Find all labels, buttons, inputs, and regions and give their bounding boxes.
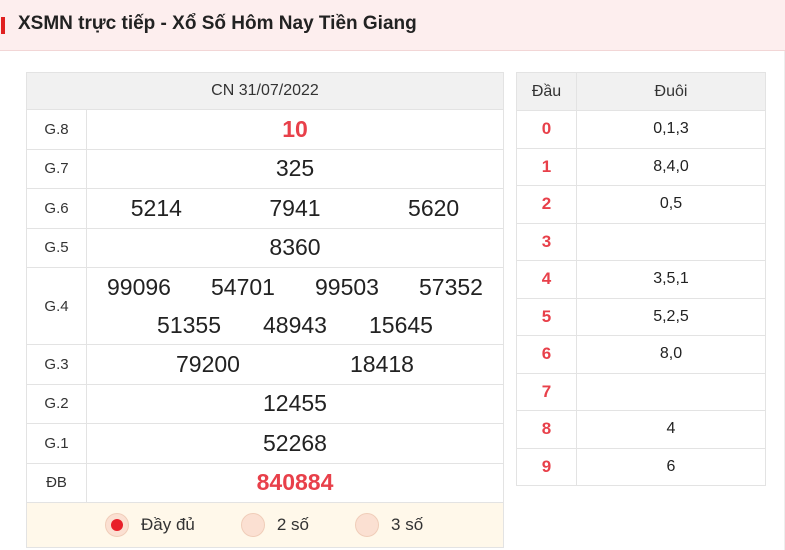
prize-number: 18418: [350, 350, 414, 377]
display-options: Đầy đủ 2 số 3 số: [26, 502, 504, 548]
loto-table: Đầu Đuôi 0 0,1,3 1 8,4,0 2 0,5 3 4 3,5,1 5 5,2,5 6 8…: [516, 72, 766, 486]
prize-label: G.5: [26, 227, 87, 268]
prize-row: G.3 79200 18418: [26, 344, 504, 385]
prize-number: 57352: [419, 273, 483, 300]
radio-button[interactable]: [105, 513, 129, 537]
loto-row: 3: [516, 222, 766, 261]
prize-number: 12455: [263, 390, 327, 417]
display-option-1[interactable]: Đầy đủ: [105, 513, 195, 537]
prize-label: G.8: [26, 109, 87, 150]
prize-row: ĐB 840884: [26, 462, 504, 503]
page-header: XSMN trực tiếp - Xổ Số Hôm Nay Tiền Gian…: [0, 0, 785, 51]
prize-row: G.5 8360: [26, 227, 504, 268]
header-accent-bar: [1, 17, 5, 34]
prize-row: G.7 325: [26, 148, 504, 189]
loto-tail: 8,0: [576, 335, 766, 374]
draw-date: CN 31/07/2022: [26, 72, 504, 110]
loto-head: 4: [516, 260, 577, 299]
prize-row: G.8 10: [26, 109, 504, 150]
loto-tail: 8,4,0: [576, 147, 766, 186]
loto-row: 96: [516, 447, 766, 486]
loto-tail: 0,5: [576, 185, 766, 224]
loto-head-header: Đầu: [516, 72, 577, 111]
prize-label: G.3: [26, 344, 87, 385]
display-option-3[interactable]: 3 số: [355, 513, 423, 537]
loto-head: 6: [516, 335, 577, 374]
prize-label: G.2: [26, 383, 87, 424]
prize-number: 7941: [269, 194, 321, 221]
prize-value-cell: 99096 54701 99503 57352 51355 48943 15645: [86, 267, 504, 345]
prize-value-cell: 8360: [86, 227, 504, 268]
loto-row: 84: [516, 410, 766, 449]
loto-head: 2: [516, 185, 577, 224]
prize-label: G.4: [26, 267, 87, 345]
loto-head: 9: [516, 447, 577, 486]
prize-number: 10: [282, 115, 308, 142]
prize-value-cell: 325: [86, 148, 504, 189]
prize-number: 15645: [368, 311, 433, 338]
prize-row: G.4 99096 54701 99503 57352 51355 48943 15645: [26, 267, 504, 345]
prize-value-cell: 52268: [86, 423, 504, 464]
prize-value-cell: 10: [86, 109, 504, 150]
prize-value-cell: 5214 7941 5620: [86, 188, 504, 229]
radio-button[interactable]: [240, 513, 265, 537]
loto-tail: 6: [576, 447, 766, 486]
prize-number: 99503: [315, 273, 379, 300]
prize-label: ĐB: [26, 462, 87, 503]
loto-tail: [576, 372, 766, 411]
loto-tail: 5,2,5: [576, 297, 766, 336]
loto-head: 3: [516, 222, 577, 261]
prize-number: 79200: [176, 350, 240, 377]
prize-number: 52268: [263, 429, 327, 456]
prize-row: G.1 52268: [26, 423, 504, 464]
loto-row: 1 8,4,0: [516, 147, 766, 186]
loto-head: 5: [516, 297, 577, 336]
option-label: 3 số: [391, 515, 424, 534]
prize-number: 840884: [256, 469, 334, 496]
loto-row: 5 5,2,5: [516, 297, 766, 336]
prize-number: 54701: [211, 273, 275, 300]
loto-tail: [576, 222, 766, 261]
prize-value-cell: 12455: [86, 383, 504, 424]
loto-head: 1: [516, 147, 577, 186]
prize-label: G.1: [26, 423, 87, 464]
option-label: 2 số: [276, 515, 310, 534]
prize-row: G.6 5214 7941 5620: [26, 188, 504, 229]
prize-row: G.2 12455: [26, 383, 504, 424]
prize-number: 5620: [408, 194, 460, 221]
display-option-2[interactable]: 2 số: [240, 513, 310, 537]
loto-row: 2 0,5: [516, 185, 766, 224]
results-table: CN 31/07/2022 G.8 10 G.7 325 G.6 5214 7941 5620 G…: [26, 72, 504, 548]
page-title: XSMN trực tiếp - Xổ Số Hôm Nay Tiền Gian…: [18, 13, 417, 34]
prize-number: 99096: [107, 273, 171, 300]
loto-tail: 4: [576, 410, 766, 449]
loto-tail: 0,1,3: [576, 110, 766, 149]
prize-value-cell: 79200 18418: [86, 344, 504, 385]
loto-row: 7: [516, 372, 766, 411]
option-label: Đầy đủ: [141, 515, 195, 534]
loto-head: 7: [516, 372, 577, 411]
prize-label: G.6: [26, 188, 87, 229]
prize-label: G.7: [26, 148, 87, 189]
loto-row: 4 3,5,1: [516, 260, 766, 299]
prize-value-cell: 840884: [86, 462, 504, 503]
radio-button[interactable]: [355, 513, 380, 537]
loto-head: 8: [516, 410, 577, 449]
loto-tail-header: Đuôi: [576, 72, 766, 111]
prize-number: 325: [275, 155, 315, 182]
prize-number: 48943: [263, 311, 327, 338]
loto-head: 0: [516, 110, 577, 149]
prize-number: 51355: [157, 311, 222, 338]
loto-tail: 3,5,1: [576, 260, 766, 299]
loto-row: 0 0,1,3: [516, 110, 766, 149]
loto-row: 6 8,0: [516, 335, 766, 374]
prize-number: 8360: [269, 234, 321, 261]
prize-number: 5214: [130, 194, 182, 221]
